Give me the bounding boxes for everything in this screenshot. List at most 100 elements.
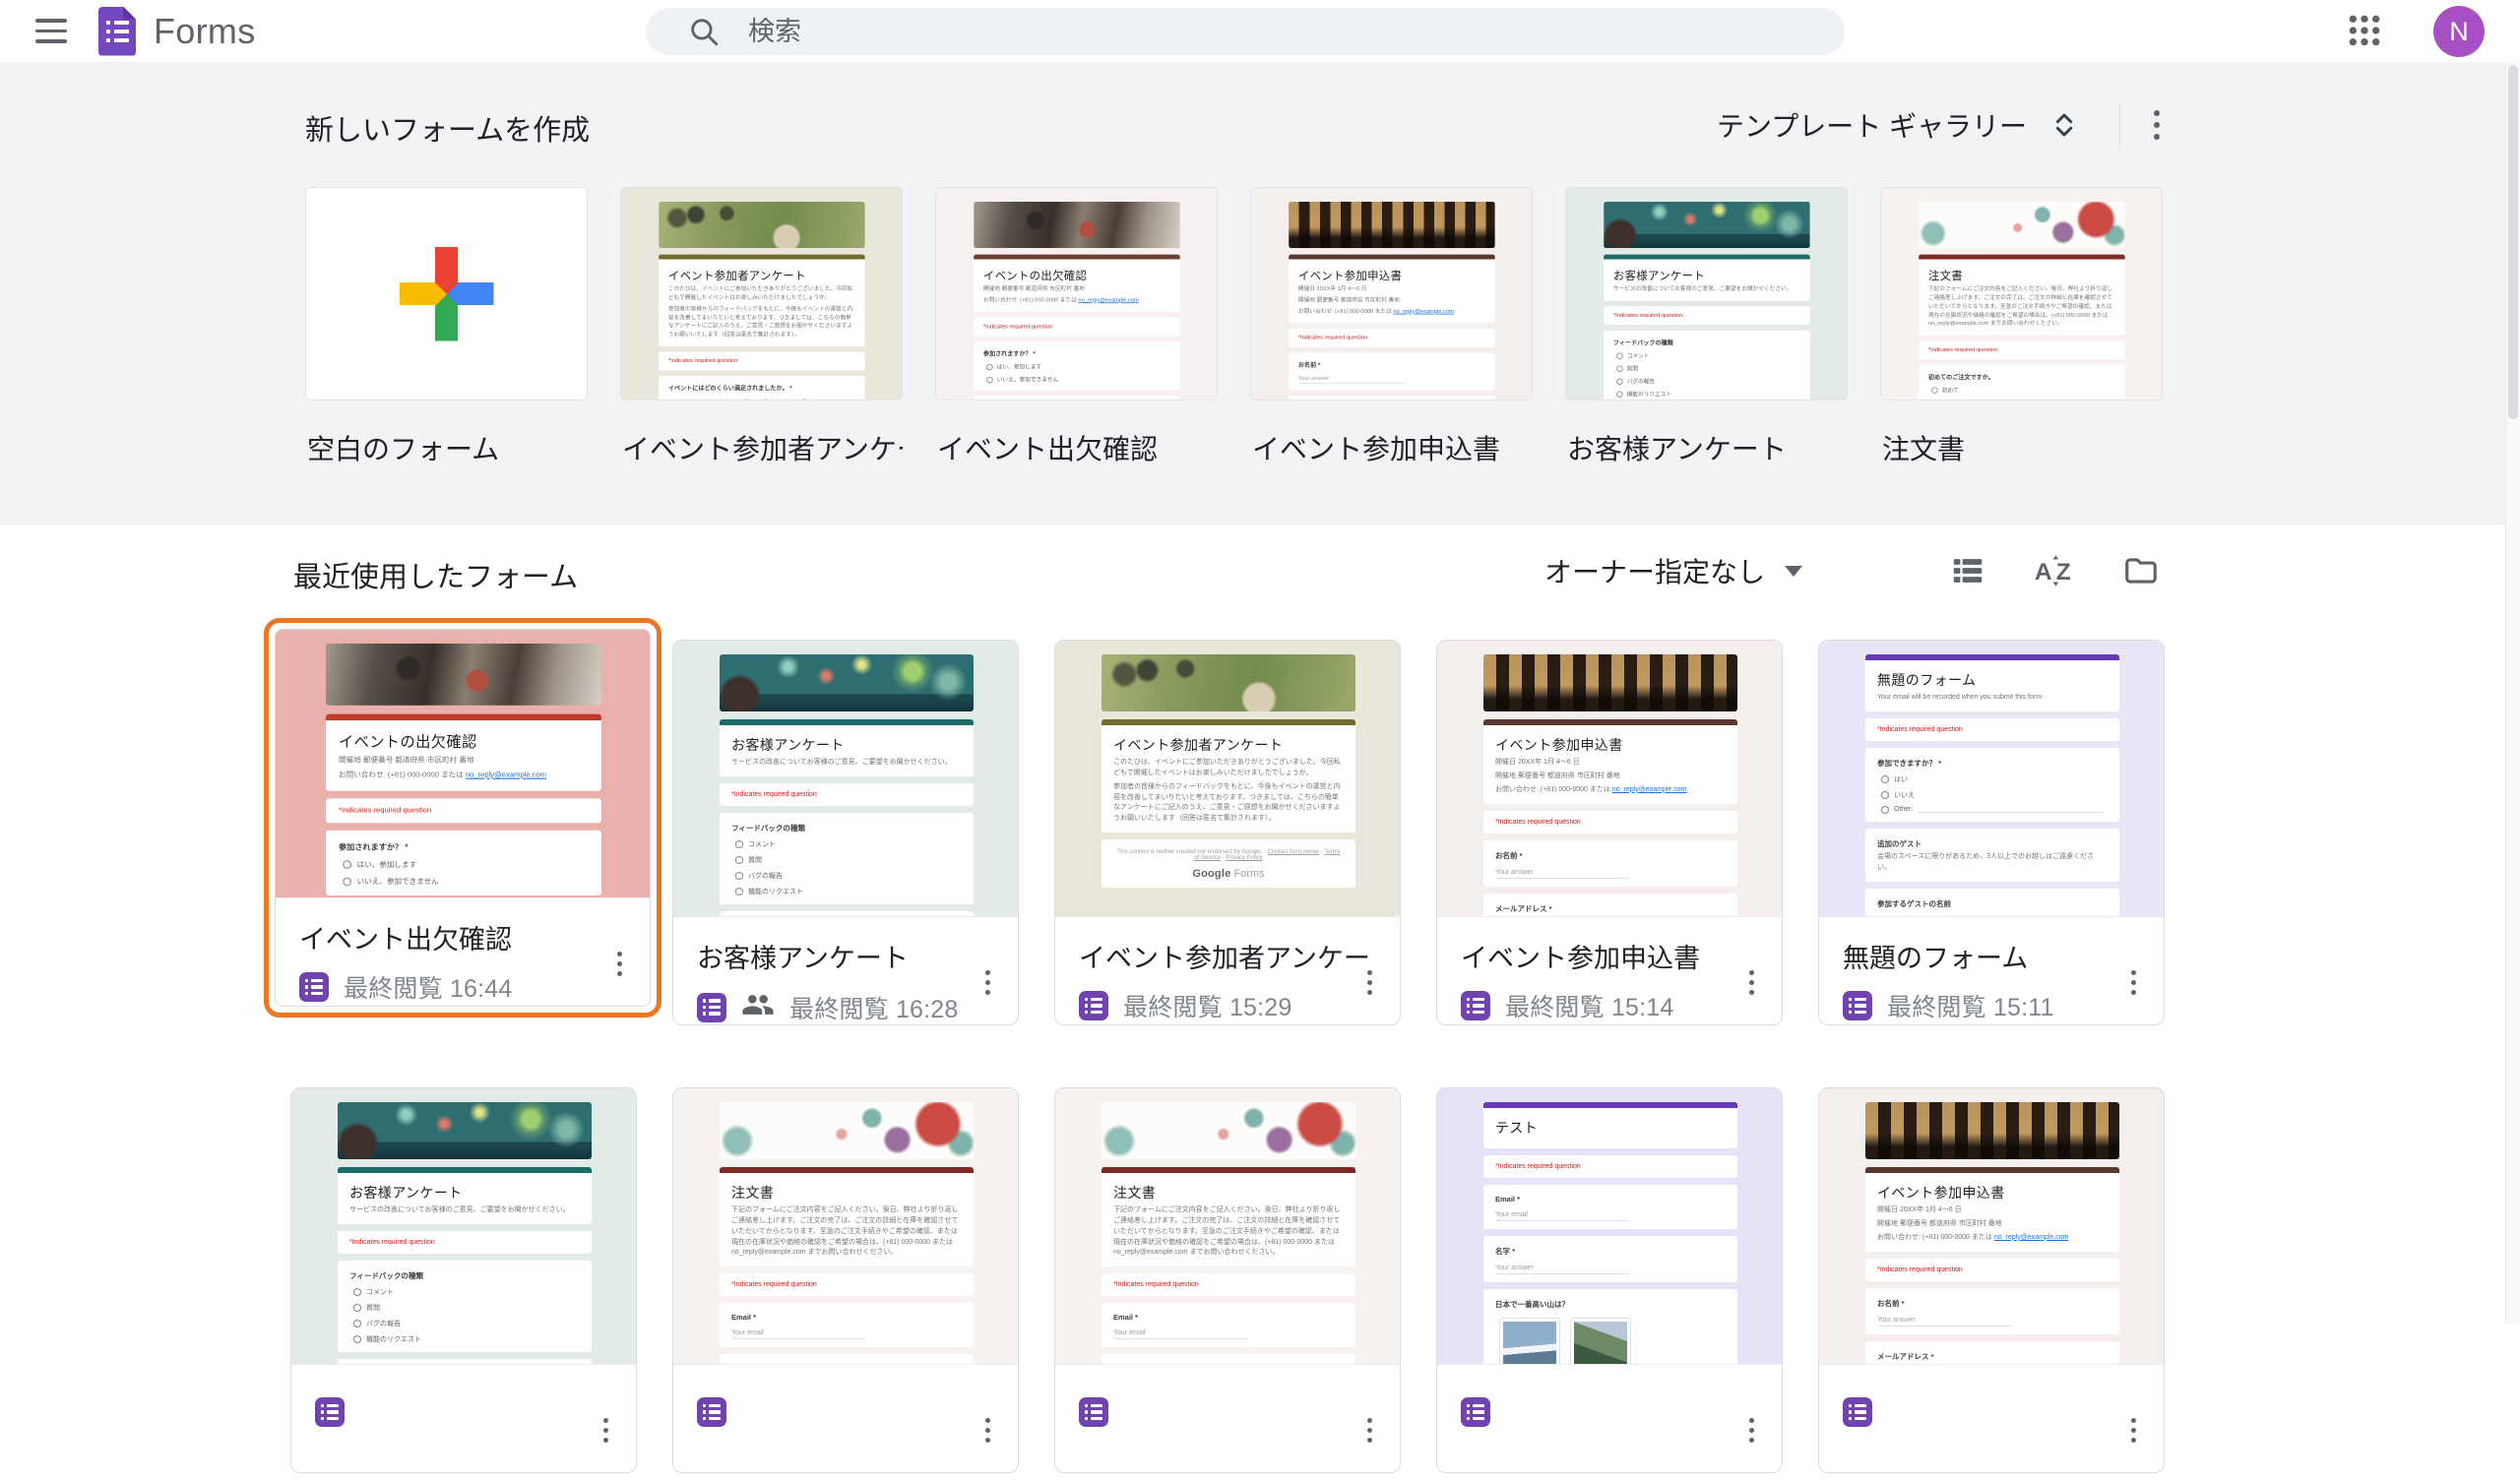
main-menu-button[interactable] [28, 8, 75, 55]
form-thumbnail-content: お客様アンケートサービスの改善についてお客様のご意見、ご要望をお聞かせください。… [673, 654, 1018, 916]
template-gallery-button[interactable]: テンプレート ギャラリー [1707, 99, 2090, 151]
recent-form-card[interactable]: 注文書下記のフォームにご注文内容をご記入ください。後日、弊社より折り返しご連絡差… [1054, 1087, 1401, 1473]
template-thumbnail: 注文書下記のフォームにご注文内容をご記入ください。後日、弊社より折り返しご連絡差… [1880, 187, 2163, 401]
template-card[interactable]: イベント参加申込書開催日 20XX年 1月 4〜6 日開催地 郵便番号 都道府県… [1250, 187, 1533, 467]
recent-form-card[interactable]: 無題のフォームYour email will be recorded when … [1818, 640, 2165, 1025]
recent-card-footer [673, 1364, 1018, 1472]
card-menu-button[interactable] [1743, 1412, 1760, 1449]
recent-card-meta: 最終閲覧 16:44 [299, 969, 626, 1005]
email-link: no_reply@example.com [1393, 309, 1453, 315]
question-title: 名字 * [1495, 1246, 1726, 1257]
card-menu-button[interactable] [611, 946, 628, 982]
recent-card-meta [1079, 1397, 1376, 1427]
card-menu-button[interactable] [1361, 964, 1378, 1001]
open-file-picker-button[interactable] [2118, 548, 2164, 593]
form-preview-text: 下記のフォームにご注文内容をご記入ください。後日、弊社より折り返しご連絡差し上げ… [731, 1205, 962, 1259]
form-thumbnail-content: 注文書下記のフォームにご注文内容をご記入ください。後日、弊社より折り返しご連絡差… [1881, 202, 2163, 401]
recent-card-title: 無題のフォーム [1843, 937, 2140, 975]
card-menu-button[interactable] [979, 964, 996, 1001]
form-thumbnail: 注文書下記のフォームにご注文内容をご記入ください。後日、弊社より折り返しご連絡差… [1055, 1088, 1400, 1364]
radio-option: いいえ [1881, 790, 2108, 800]
recent-form-card[interactable]: イベント参加申込書開催日 20XX年 1月 4〜6 日開催地 郵便番号 都道府県… [1436, 640, 1783, 1025]
question-title: お名前 * [1495, 850, 1726, 861]
card-menu-button[interactable] [979, 1412, 996, 1449]
question-title: 初めてのご注文ですか。 [1928, 373, 2115, 382]
form-section-card: *Indicates required question [1102, 1273, 1355, 1296]
form-section-card: テスト [1483, 1108, 1737, 1148]
card-menu-button[interactable] [1743, 964, 1760, 1001]
form-header-image [1604, 202, 1809, 248]
radio-icon [353, 1335, 361, 1343]
form-thumbnail-content: イベント参加者アンケートこのたびは、イベントにご参加いただきありがとうございまし… [621, 202, 903, 401]
radio-option: 初めて [1931, 387, 2115, 395]
card-menu-button[interactable] [1361, 1412, 1378, 1449]
sort-az-button[interactable]: A Z [2030, 546, 2079, 595]
template-label: イベント出欠確認 [935, 428, 1218, 467]
form-header-image [326, 644, 601, 706]
search-input[interactable] [746, 16, 1734, 48]
recent-card-meta [315, 1397, 612, 1427]
recent-card-footer [291, 1364, 636, 1472]
recent-form-card[interactable]: テスト*Indicates required questionEmail *Yo… [1436, 1087, 1783, 1473]
search-bar[interactable] [646, 8, 1845, 55]
radio-icon [1616, 378, 1622, 384]
google-apps-grid-icon[interactable] [2343, 10, 2386, 53]
card-menu-button[interactable] [2125, 964, 2142, 1001]
form-header-image [659, 202, 864, 248]
template-card[interactable]: お客様アンケートサービスの改善についてお客様のご意見、ご要望をお聞かせください。… [1565, 187, 1848, 467]
recent-forms-row-2: お客様アンケートサービスの改善についてお客様のご意見、ご要望をお聞かせください。… [0, 1087, 2520, 1481]
owner-filter-dropdown[interactable]: オーナー指定なし [1539, 550, 1808, 591]
recent-form-card[interactable]: お客様アンケートサービスの改善についてお客様のご意見、ご要望をお聞かせください。… [290, 1087, 637, 1473]
list-view-button[interactable] [1945, 548, 1990, 593]
template-section-menu-button[interactable] [2146, 102, 2168, 148]
radio-icon [735, 872, 743, 880]
form-preview-text: 開催地 郵便番号 都道府県 市区町村 番地 [1298, 297, 1485, 306]
template-card[interactable]: イベントの出欠確認開催地 郵便番号 都道府県 市区町村 番地お問い合わせ: (+… [935, 187, 1218, 467]
template-thumbnail [305, 187, 588, 401]
form-section-card: どの商品を注文したいですか？こちらから商品一覧をご覧いただけます。選択肢 1 [720, 1354, 974, 1364]
unfold-icon [2048, 109, 2080, 141]
svg-text:Z: Z [2056, 559, 2071, 586]
radio-icon [1616, 391, 1622, 397]
recent-card-footer [1819, 1364, 2164, 1472]
form-section-card: お名前 *Your answer [1289, 352, 1494, 390]
template-card[interactable]: 空白のフォーム [305, 187, 588, 467]
forms-file-icon [315, 1397, 345, 1427]
template-label: イベント参加申込書 [1250, 428, 1533, 467]
required-note: *Indicates required question [339, 807, 589, 815]
recent-form-card[interactable]: イベントの出欠確認開催地 郵便番号 都道府県 市区町村 番地お問い合わせ: (+… [275, 629, 651, 1007]
recent-form-card[interactable]: お客様アンケートサービスの改善についてお客様のご意見、ご要望をお聞かせください。… [672, 640, 1019, 1025]
form-section-card: *Indicates required question [1289, 329, 1494, 347]
form-preview-title: お客様アンケート [731, 735, 962, 755]
form-section-card: イベント参加申込書開催日 20XX年 1月 4〜6 日開催地 郵便番号 都道府県… [1483, 725, 1737, 804]
radio-option: はい、参加します [343, 859, 589, 870]
form-preview-title: イベント参加申込書 [1298, 268, 1485, 283]
radio-icon [1931, 388, 1937, 394]
account-avatar[interactable]: N [2433, 6, 2485, 57]
page-scrollbar[interactable] [2505, 0, 2520, 1324]
template-card[interactable]: イベント参加者アンケートこのたびは、イベントにご参加いただきありがとうございまし… [620, 187, 903, 467]
recent-form-card[interactable]: 注文書下記のフォームにご注文内容をご記入ください。後日、弊社より折り返しご連絡差… [672, 1087, 1019, 1473]
card-menu-button[interactable] [2125, 1412, 2142, 1449]
form-section-card: フィードバックの種類コメント質問バグの報告機能のリクエスト [338, 1261, 592, 1352]
forms-logo-icon[interactable] [98, 7, 136, 56]
form-preview-text: 開催日 20XX年 1月 4〜6 日 [1877, 1205, 2108, 1216]
form-header-image [720, 654, 974, 711]
form-preview-text: お問い合わせ: (+81) 000-0000 または no_reply@exam… [339, 771, 589, 782]
form-section-card: 名字 *Your answer [1483, 1236, 1737, 1282]
radio-option: 機能のリクエスト [735, 887, 962, 896]
form-preview-text: 下記のフォームにご注文内容をご記入ください。後日、弊社より折り返しご連絡差し上げ… [1113, 1205, 1344, 1259]
form-preview-text: このたびは、イベントにご参加いただきありがとうございました。今回私どもで開催した… [1113, 758, 1344, 779]
recent-card-title: イベント参加者アンケート [1079, 937, 1376, 975]
radio-icon [1881, 775, 1889, 783]
form-section-card: 無題のフォームYour email will be recorded when … [1865, 660, 2119, 711]
recent-card-title: イベント出欠確認 [299, 918, 626, 956]
template-card[interactable]: 注文書下記のフォームにご注文内容をご記入ください。後日、弊社より折り返しご連絡差… [1880, 187, 2163, 467]
recent-form-card[interactable]: イベント参加申込書開催日 20XX年 1月 4〜6 日開催地 郵便番号 都道府県… [1818, 1087, 2165, 1473]
form-section-card: お名前 *Your answer [1483, 840, 1737, 887]
card-menu-button[interactable] [598, 1412, 614, 1449]
recent-form-card[interactable]: イベント参加者アンケート このたびは、イベントにご参加いただきありがとうございまし… [1054, 640, 1401, 1025]
form-preview-text: 下記のフォームにご注文内容をご記入ください。後日、弊社より折り返しご連絡差し上げ… [1928, 285, 2115, 329]
form-header-image [338, 1102, 592, 1159]
scrollbar-thumb[interactable] [2508, 65, 2518, 419]
